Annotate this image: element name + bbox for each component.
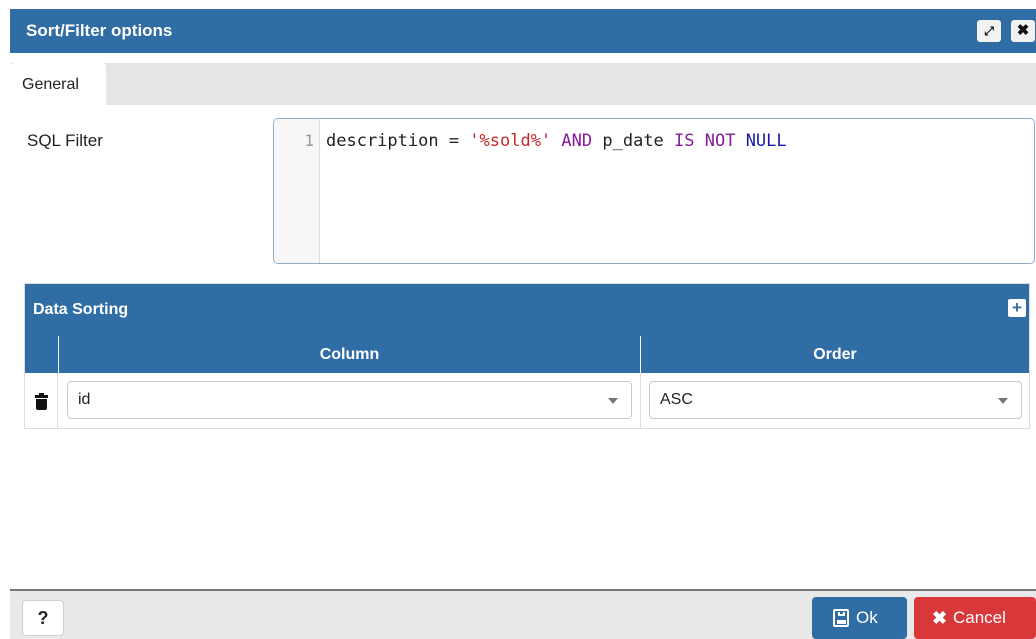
plus-icon: + [1012,298,1022,317]
editor-gutter: 1 [274,119,320,263]
code-token-is-not: IS NOT [674,131,736,151]
code-token-field: p_date [592,131,675,151]
column-select-value: id [78,391,91,408]
dialog-footer: ? Ok ✖ Cancel [10,589,1036,639]
chevron-down-icon [608,398,618,404]
x-icon: ✖ [932,608,948,628]
sql-filter-label: SQL Filter [27,131,103,150]
expand-arrows-icon: ⤢ [984,24,994,38]
save-floppy-icon [833,609,849,627]
add-row-button[interactable]: + [1008,299,1026,317]
line-number: 1 [304,131,314,150]
table-row: id ASC [25,373,1029,428]
header-actions [25,336,58,373]
code-token-string: '%sold%' [469,131,552,151]
cancel-button[interactable]: ✖ Cancel [914,597,1036,639]
code-token-null: NULL [735,131,787,151]
data-sorting-title: Data Sorting [33,301,129,318]
tab-strip: General [10,63,1036,105]
column-select[interactable]: id [67,381,632,419]
sql-code-line: description = '%sold%' AND p_date IS NOT… [326,131,787,151]
sql-filter-editor[interactable]: 1 description = '%sold%' AND p_date IS N… [273,118,1035,264]
table-header: Column Order [25,336,1029,373]
order-select-value: ASC [660,391,693,408]
close-button[interactable]: ✖ [1011,20,1035,42]
ok-label: Ok [856,608,878,627]
order-select[interactable]: ASC [649,381,1022,419]
cancel-label: Cancel [953,608,1006,627]
close-x-icon: ✖ [1016,22,1030,39]
tab-general[interactable]: General [10,63,106,105]
chevron-down-icon [998,398,1008,404]
code-token-column: description = [326,131,470,151]
header-order: Order [640,336,1029,373]
header-column: Column [58,336,640,373]
ok-button[interactable]: Ok [812,597,907,639]
delete-row-button[interactable] [25,373,58,428]
dialog-title: Sort/Filter options [26,21,173,40]
code-token-and: AND [551,131,593,151]
data-sorting-panel: Data Sorting + Column Order id ASC [24,283,1030,429]
data-sorting-header: Data Sorting + [25,284,1029,336]
maximize-button[interactable]: ⤢ [977,20,1001,42]
dialog-titlebar: Sort/Filter options ⤢ ✖ [10,9,1036,53]
help-button[interactable]: ? [22,600,64,636]
